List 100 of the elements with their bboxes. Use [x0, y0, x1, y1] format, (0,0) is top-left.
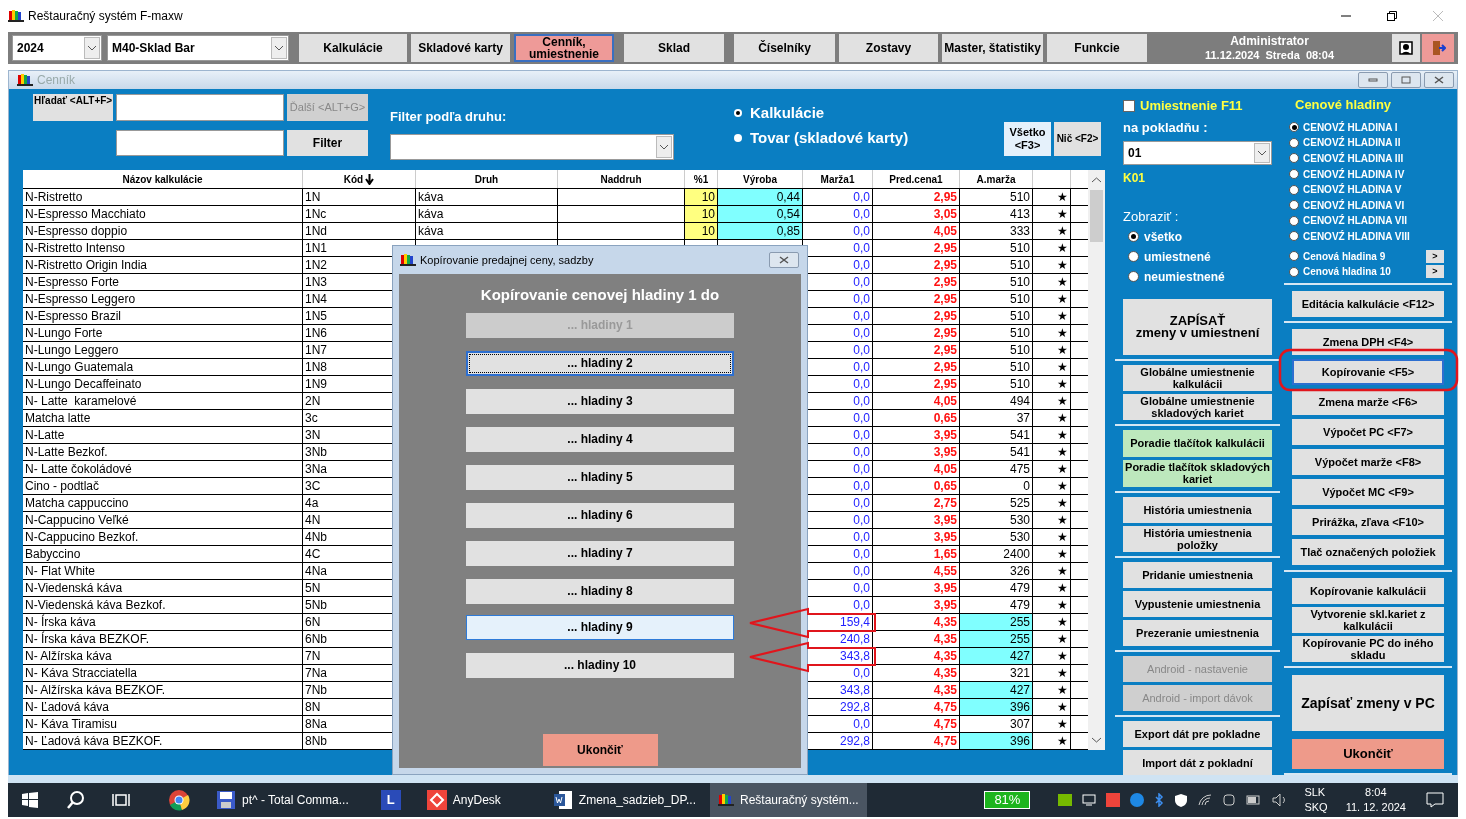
action-button[interactable]: História umiestnenia [1123, 496, 1272, 523]
toolbar-tab[interactable]: Master, štatistiky [942, 34, 1043, 62]
action-button[interactable]: Kopírovanie <F5> [1292, 359, 1444, 386]
radio-button[interactable] [1128, 231, 1139, 242]
level-button[interactable]: ... hladiny 3 [466, 388, 734, 414]
level-button[interactable]: ... hladiny 5 [466, 464, 734, 490]
radio-button[interactable] [1128, 271, 1139, 282]
taskbar-button[interactable]: pt^ - Total Comma... [208, 783, 357, 817]
search-button[interactable]: Hľadať <ALT+F> [33, 94, 113, 121]
close-button[interactable]: Ukončiť [542, 733, 658, 766]
radio-button[interactable] [1289, 137, 1299, 148]
checkbox[interactable] [1123, 99, 1135, 112]
column-header[interactable]: A.marža [976, 171, 1016, 187]
level-button[interactable]: ... hladiny 2 [466, 350, 734, 376]
sort-arrow-icon[interactable] [365, 173, 375, 185]
action-button[interactable]: Ukončiť [1292, 739, 1444, 770]
action-button[interactable]: Export dát pre pokladne [1123, 720, 1272, 747]
action-button[interactable]: Kopírovanie kalkulácii [1292, 578, 1444, 605]
help-button[interactable] [1392, 34, 1420, 62]
dropdown-icon[interactable] [271, 37, 287, 59]
square-icon[interactable] [1106, 793, 1121, 807]
select-none-button[interactable]: Nič <F2> [1054, 122, 1101, 156]
more-button[interactable]: > [1426, 249, 1444, 263]
clock-time[interactable]: 8:04 [1365, 785, 1387, 800]
column-header[interactable]: %1 [693, 171, 709, 187]
action-button[interactable]: Import dát z pokladní [1123, 749, 1272, 776]
action-button[interactable]: Globálne umiestnenie skladových kariet [1123, 393, 1272, 420]
action-button[interactable]: Výpočet MC <F9> [1292, 479, 1444, 506]
year-select[interactable]: 2024 [12, 35, 102, 61]
filter-button[interactable]: Filter [287, 130, 368, 156]
action-button[interactable]: Výpočet marže <F8> [1292, 449, 1444, 476]
circle-icon[interactable] [1130, 793, 1145, 807]
taskbar-button[interactable]: Reštauračný systém... [710, 783, 867, 817]
register-select[interactable]: 01 [1123, 141, 1272, 165]
action-button[interactable]: Poradie tlačítok kalkulácii [1123, 429, 1272, 457]
radio-button[interactable] [1289, 251, 1299, 262]
radio-button[interactable] [1289, 184, 1299, 195]
task-view-icon[interactable] [112, 792, 130, 808]
action-button[interactable]: Poradie tlačítok skladových kariet [1123, 459, 1272, 487]
action-button[interactable]: Vypustenie umiestnenia [1123, 590, 1272, 617]
action-button[interactable]: Zmena marže <F6> [1292, 389, 1444, 416]
level-button[interactable]: ... hladiny 8 [466, 578, 734, 604]
wifi-icon[interactable] [1198, 794, 1213, 806]
radio-button[interactable] [1289, 200, 1299, 211]
column-header[interactable]: Druh [474, 171, 499, 187]
radio-button[interactable] [734, 109, 742, 118]
level-button[interactable]: ... hladiny 6 [466, 502, 734, 528]
level-button[interactable]: ... hladiny 9 [466, 614, 734, 640]
rounded-square-icon[interactable] [1222, 793, 1237, 807]
radio-button[interactable] [1128, 251, 1139, 262]
action-button[interactable]: Prirážka, zľava <F10> [1292, 509, 1444, 536]
scrollbar[interactable] [1088, 170, 1105, 750]
column-header[interactable]: Pred.cena1 [889, 171, 943, 187]
dropdown-icon[interactable] [656, 135, 672, 158]
action-button[interactable]: Prezeranie umiestnenia [1123, 619, 1272, 646]
search-field[interactable] [116, 94, 284, 121]
taskbar-button[interactable]: L [372, 783, 409, 817]
radio-button[interactable] [1289, 266, 1299, 277]
close-button[interactable] [769, 252, 799, 268]
store-select[interactable]: M40-Sklad Bar [107, 35, 289, 61]
action-button[interactable]: Zapísať zmeny v PC [1292, 675, 1444, 732]
radio-button[interactable] [1289, 122, 1299, 133]
close-button[interactable] [1424, 72, 1454, 88]
action-button[interactable]: Kopírovanie PC do iného skladu [1292, 636, 1444, 663]
toolbar-tab[interactable]: Skladové karty [411, 34, 510, 62]
level-button[interactable]: ... hladiny 4 [466, 426, 734, 452]
toolbar-tab[interactable]: Číselníky [734, 34, 835, 62]
bluetooth-icon[interactable] [1154, 793, 1165, 807]
select-all-button[interactable]: Všetko <F3> [1004, 122, 1051, 156]
action-button[interactable]: Vytvorenie skl.kariet z kalkulácii [1292, 607, 1444, 634]
keyboard-language[interactable]: SKQ [1304, 800, 1328, 815]
taskbar-button[interactable]: Zmena_sadzieb_DP... [544, 783, 704, 817]
action-button[interactable]: Zmena DPH <F4> [1292, 329, 1444, 356]
action-button[interactable]: Editácia kalkulácie <F12> [1292, 291, 1444, 318]
radio-button[interactable] [734, 133, 742, 142]
column-header[interactable]: Kód [343, 171, 364, 187]
search-icon[interactable] [66, 790, 86, 810]
toolbar-tab[interactable]: Zostavy [839, 34, 938, 62]
action-button[interactable]: História umiestnenia položky [1123, 525, 1272, 552]
column-header[interactable]: Názov kalkulácie [122, 171, 203, 187]
clock-date[interactable]: 11. 12. 2024 [1345, 800, 1406, 815]
start-icon[interactable] [22, 792, 38, 808]
radio-button[interactable] [1289, 231, 1299, 242]
restore-icon[interactable] [1386, 10, 1398, 22]
column-header[interactable]: Marža1 [820, 171, 855, 187]
dropdown-icon[interactable] [84, 37, 100, 59]
notification-icon[interactable] [1426, 792, 1444, 808]
action-button[interactable]: Globálne umiestnenie kalkulácii [1123, 364, 1272, 391]
dropdown-icon[interactable] [1254, 143, 1270, 163]
toolbar-tab[interactable]: Kalkulácie [299, 34, 407, 62]
radio-button[interactable] [1289, 215, 1299, 226]
battery-icon[interactable] [1246, 795, 1263, 805]
radio-button[interactable] [1289, 153, 1299, 164]
action-button[interactable]: Výpočet PC <F7> [1292, 419, 1444, 446]
action-button[interactable]: Pridanie umiestnenia [1123, 561, 1272, 588]
filter-field[interactable] [116, 130, 284, 156]
column-header[interactable]: Výroba [743, 171, 777, 187]
more-button[interactable]: > [1426, 265, 1444, 279]
level-button[interactable]: ... hladiny 10 [466, 652, 734, 678]
shield-icon[interactable] [1174, 793, 1189, 807]
